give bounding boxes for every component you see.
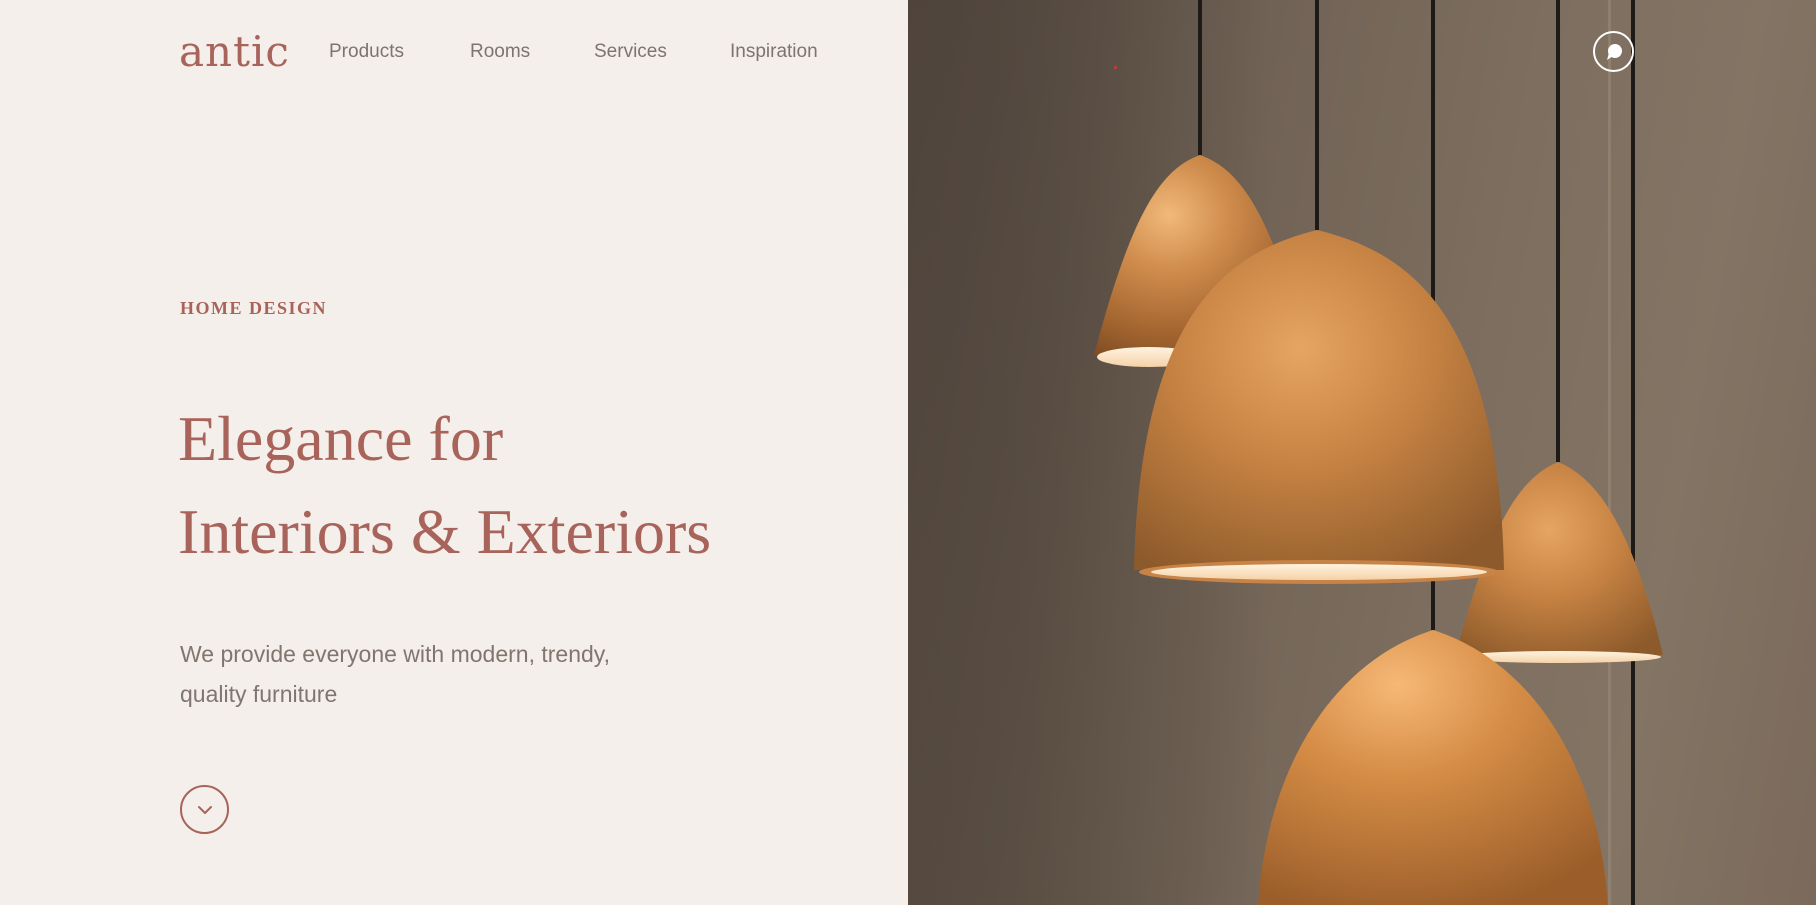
hero-headline: Elegance for Interiors & Exteriors [178,392,711,578]
chevron-down-icon [197,805,212,814]
hero-headline-line-1: Elegance for [178,403,504,474]
hero-subtitle: We provide everyone with modern, trendy,… [180,634,740,714]
nav-item-inspiration[interactable]: Inspiration [730,41,818,63]
brand-logo[interactable]: antic [179,26,290,78]
hero-subtitle-line-1: We provide everyone with modern, trendy, [180,641,610,667]
chat-button[interactable] [1593,31,1634,72]
red-dot-marker [1114,66,1117,69]
hero-subtitle-line-2: quality furniture [180,681,338,707]
nav-item-products[interactable]: Products [329,41,404,63]
nav-item-services[interactable]: Services [594,41,667,63]
nav-item-rooms[interactable]: Rooms [470,41,530,63]
scroll-down-button[interactable] [180,785,229,834]
hero-text-panel: antic Products Rooms Services Inspiratio… [0,0,908,905]
pendant-lamps-illustration [908,0,1816,905]
hero-eyebrow: HOME DESIGN [180,298,328,318]
chat-bubble-icon [1606,43,1622,60]
hero-headline-line-2: Interiors & Exteriors [178,496,712,567]
hero-image-lamps [908,0,1816,905]
